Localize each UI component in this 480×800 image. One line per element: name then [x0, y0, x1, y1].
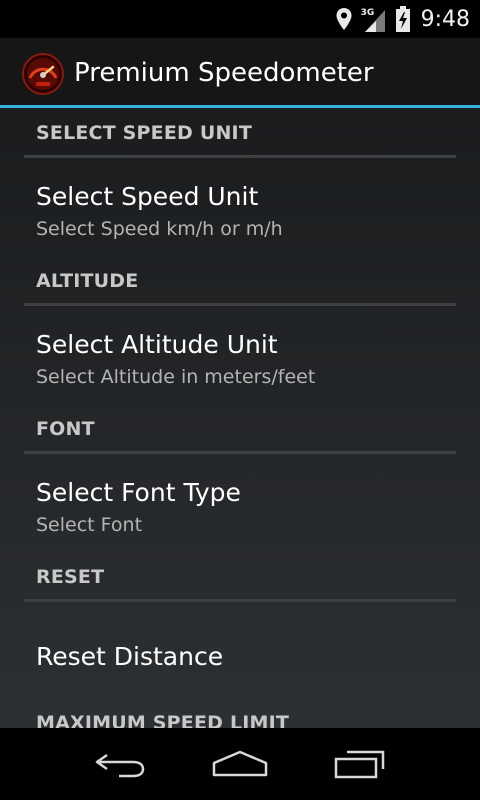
pref-title: Select Altitude Unit: [36, 330, 278, 359]
pref-summary: Select Speed km/h or m/h: [36, 218, 283, 240]
pref-summary: Select Altitude in meters/feet: [36, 366, 316, 388]
status-bar: 3G 9:48: [0, 0, 480, 38]
status-time: 9:48: [420, 6, 470, 32]
preferences-list[interactable]: SELECT SPEED UNIT Select Speed Unit Sele…: [0, 108, 480, 728]
pref-title: Select Speed Unit: [36, 182, 259, 211]
pref-title: Reset Distance: [36, 642, 224, 671]
category-altitude: ALTITUDE: [24, 256, 456, 306]
app-title: Premium Speedometer: [74, 58, 374, 88]
battery-charging-icon: [395, 6, 410, 32]
pref-select-font-type[interactable]: Select Font Type Select Font: [0, 454, 480, 552]
pref-reset-distance[interactable]: Reset Distance: [0, 602, 480, 712]
signal-indicator: 3G: [361, 4, 387, 34]
recent-apps-icon: [334, 750, 385, 779]
category-title: SELECT SPEED UNIT: [36, 122, 252, 144]
speedometer-icon[interactable]: [22, 53, 64, 95]
status-icons: 3G 9:48: [335, 0, 470, 38]
category-speed-unit: SELECT SPEED UNIT: [24, 108, 456, 158]
back-button[interactable]: [70, 728, 170, 800]
action-bar: Premium Speedometer: [0, 38, 480, 108]
back-icon: [95, 753, 145, 778]
category-maximum-speed-limit: MAXIMUM SPEED LIMIT: [24, 712, 456, 728]
screen: 3G 9:48 Premium Speedometer SELECT SPEED…: [0, 0, 480, 800]
pref-summary: Select Font: [36, 514, 143, 536]
navigation-bar: [0, 728, 480, 800]
pref-select-altitude-unit[interactable]: Select Altitude Unit Select Altitude in …: [0, 306, 480, 404]
pref-select-speed-unit[interactable]: Select Speed Unit Select Speed km/h or m…: [0, 158, 480, 256]
signal-icon: [364, 10, 385, 32]
home-button[interactable]: [190, 728, 290, 800]
pref-title: Select Font Type: [36, 478, 241, 507]
category-title: FONT: [36, 418, 95, 440]
home-icon: [212, 750, 268, 777]
recent-apps-button[interactable]: [310, 728, 410, 800]
category-title: MAXIMUM SPEED LIMIT: [36, 712, 290, 728]
category-title: RESET: [36, 566, 105, 588]
category-title: ALTITUDE: [36, 270, 139, 292]
location-icon: [336, 8, 352, 30]
category-font: FONT: [24, 404, 456, 454]
category-reset: RESET: [24, 552, 456, 602]
